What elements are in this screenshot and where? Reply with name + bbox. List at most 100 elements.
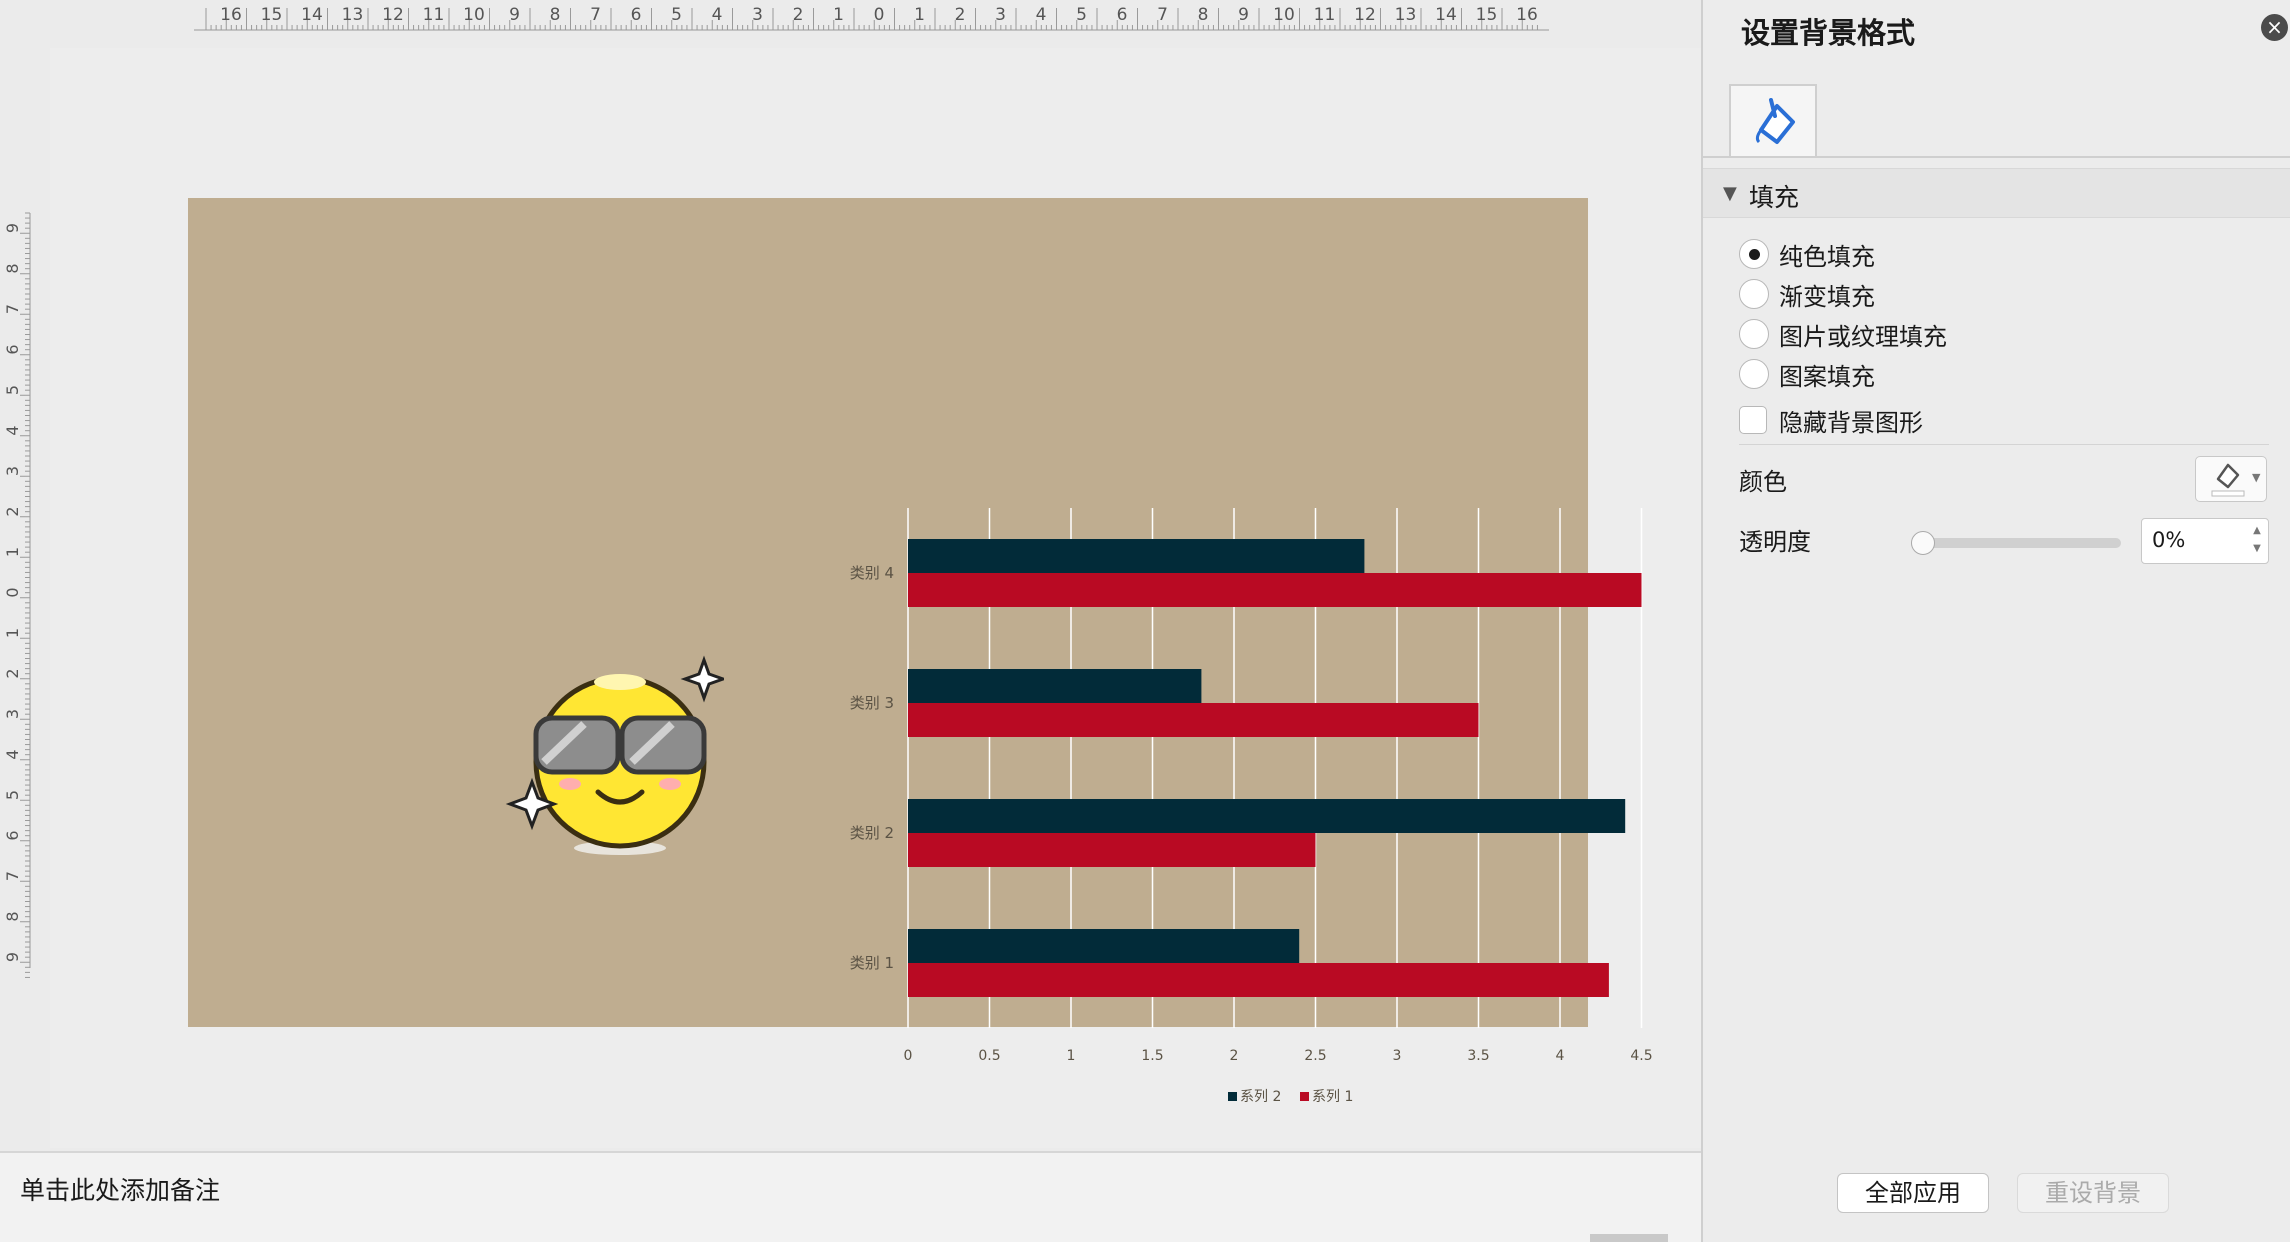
chart-bar[interactable] bbox=[908, 573, 1642, 607]
ruler-tick-label: 4 bbox=[3, 425, 22, 435]
ruler-tick-label: 14 bbox=[1435, 5, 1457, 25]
chart-bar[interactable] bbox=[908, 669, 1202, 703]
format-background-panel: 设置背景格式 × ▼ 填充 纯色填充 渐变填充 图片或纹理填充 图案填充 隐藏背… bbox=[1701, 0, 2290, 1242]
transparency-slider-track[interactable] bbox=[1911, 538, 2121, 548]
picture-fill-radio[interactable] bbox=[1739, 319, 1769, 349]
picture-fill-label: 图片或纹理填充 bbox=[1779, 322, 1947, 351]
ruler-tick-label: 0 bbox=[874, 5, 885, 25]
chart-category-label: 类别 4 bbox=[850, 564, 894, 582]
chart-bar[interactable] bbox=[908, 539, 1365, 573]
chart-x-tick-label: 1 bbox=[1067, 1048, 1076, 1064]
chart-x-tick-label: 1.5 bbox=[1141, 1048, 1163, 1064]
chart-bar[interactable] bbox=[908, 963, 1609, 997]
chart-category-label: 类别 3 bbox=[850, 694, 894, 712]
ruler-tick-label: 11 bbox=[423, 5, 445, 25]
picture-fill-option[interactable]: 图片或纹理填充 bbox=[1739, 316, 1947, 352]
ruler-tick-label: 7 bbox=[3, 304, 22, 314]
notes-pane[interactable]: 单击此处添加备注 bbox=[0, 1151, 1701, 1242]
close-icon[interactable]: × bbox=[2261, 14, 2288, 41]
chart-category-label: 类别 2 bbox=[850, 824, 894, 842]
chart-x-tick-label: 3 bbox=[1393, 1048, 1402, 1064]
ruler-tick-label: 2 bbox=[3, 506, 22, 516]
ruler-tick-label: 16 bbox=[1516, 5, 1538, 25]
slide-editor: 16 15 14 13 12 11 10 9 8 7 6 5 4 3 2 1 0 1 2 3 4 5 6 7 8 9 10 11 12 1… bbox=[0, 0, 1727, 1242]
chart-x-tick-label: 3.5 bbox=[1467, 1048, 1489, 1064]
solid-fill-option[interactable]: 纯色填充 bbox=[1739, 236, 1875, 272]
ruler-tick-label: 8 bbox=[550, 5, 561, 25]
chart-legend[interactable]: 系列 2 系列 1 bbox=[1228, 1089, 1353, 1105]
chart-x-tick-label: 0 bbox=[904, 1048, 913, 1064]
chart-category-labels: 类别 1 类别 2 类别 3 类别 4 bbox=[850, 564, 894, 972]
ruler-tick-label: 1 bbox=[3, 628, 22, 638]
ruler-tick-label: 13 bbox=[1395, 5, 1417, 25]
ruler-tick-label: 11 bbox=[1314, 5, 1336, 25]
ruler-tick-label: 3 bbox=[995, 5, 1006, 25]
chart-bar[interactable] bbox=[908, 833, 1316, 867]
chart-x-tick-label: 2 bbox=[1230, 1048, 1239, 1064]
hide-background-checkbox[interactable] bbox=[1739, 406, 1767, 434]
ruler-tick-label: 7 bbox=[3, 871, 22, 881]
transparency-stepper[interactable]: ▲ ▼ bbox=[2248, 522, 2266, 560]
ruler-tick-label: 0 bbox=[3, 587, 22, 597]
fill-section-label: 填充 bbox=[1749, 183, 1800, 212]
fill-section-header[interactable]: ▼ 填充 bbox=[1703, 168, 2290, 218]
chart-x-tick-label: 2.5 bbox=[1304, 1048, 1326, 1064]
hide-background-label: 隐藏背景图形 bbox=[1779, 408, 1923, 437]
ruler-tick-label: 1 bbox=[833, 5, 844, 25]
ruler-tick-label: 3 bbox=[3, 709, 22, 719]
ruler-tick-label: 12 bbox=[1354, 5, 1376, 25]
vertical-ruler: 9 8 7 6 5 4 3 2 1 0 1 2 3 4 5 6 7 8 9 bbox=[0, 38, 38, 1148]
slide[interactable]: 类别 1类别 2类别 3类别 4 00.511.522.533.544.55 系… bbox=[188, 198, 1727, 1105]
pattern-fill-option[interactable]: 图案填充 bbox=[1739, 356, 1875, 392]
chart-x-tick-label: 4 bbox=[1556, 1048, 1565, 1064]
horizontal-ruler: 16 15 14 13 12 11 10 9 8 7 6 5 4 3 2 1 0 1 2 3 4 5 6 7 8 9 10 11 12 1… bbox=[0, 0, 1701, 38]
disclosure-triangle-icon[interactable]: ▼ bbox=[1723, 183, 1737, 204]
pattern-fill-label: 图案填充 bbox=[1779, 362, 1875, 391]
color-label: 颜色 bbox=[1739, 468, 1787, 496]
ruler-tick-label: 5 bbox=[671, 5, 682, 25]
pattern-fill-radio[interactable] bbox=[1739, 359, 1769, 389]
solid-fill-radio[interactable] bbox=[1739, 239, 1769, 269]
hide-background-option[interactable]: 隐藏背景图形 bbox=[1739, 402, 1923, 438]
reset-background-button[interactable]: 重设背景 bbox=[2017, 1173, 2169, 1213]
ruler-tick-label: 6 bbox=[3, 830, 22, 840]
cool-smiley-emoji-icon[interactable] bbox=[504, 652, 724, 862]
ruler-tick-label: 9 bbox=[1238, 5, 1249, 25]
transparency-slider-knob[interactable] bbox=[1911, 531, 1935, 555]
legend-label: 系列 2 bbox=[1240, 1089, 1281, 1105]
app-window: 16 15 14 13 12 11 10 9 8 7 6 5 4 3 2 1 0 1 2 3 4 5 6 7 8 9 10 11 12 1… bbox=[0, 0, 2290, 1242]
ruler-tick-label: 3 bbox=[3, 466, 22, 476]
paint-bucket-icon bbox=[1755, 98, 1795, 144]
legend-swatch bbox=[1300, 1092, 1309, 1101]
gradient-fill-option[interactable]: 渐变填充 bbox=[1739, 276, 1875, 312]
ruler-tick-label: 15 bbox=[1476, 5, 1498, 25]
chart-bar[interactable] bbox=[908, 799, 1626, 833]
gradient-fill-radio[interactable] bbox=[1739, 279, 1769, 309]
bar-chart[interactable]: 类别 1类别 2类别 3类别 4 00.511.522.533.544.55 系… bbox=[808, 488, 1768, 1108]
ruler-tick-label: 8 bbox=[3, 263, 22, 273]
ruler-tick-label: 14 bbox=[301, 5, 323, 25]
ruler-tick-label: 2 bbox=[3, 668, 22, 678]
tab-fill[interactable] bbox=[1729, 84, 1817, 158]
legend-swatch bbox=[1228, 1092, 1237, 1101]
chart-bars bbox=[908, 539, 1642, 997]
solid-fill-label: 纯色填充 bbox=[1779, 242, 1875, 271]
chart-category-label: 类别 1 bbox=[850, 954, 894, 972]
ruler-tick-label: 8 bbox=[1198, 5, 1209, 25]
ruler-tick-label: 6 bbox=[3, 344, 22, 354]
color-picker-button[interactable]: ▼ bbox=[2195, 456, 2267, 502]
ruler-tick-label: 8 bbox=[3, 911, 22, 921]
ruler-tick-label: 2 bbox=[955, 5, 966, 25]
notes-placeholder[interactable]: 单击此处添加备注 bbox=[20, 1171, 220, 1207]
scroll-indicator[interactable] bbox=[1590, 1234, 1668, 1242]
chart-bar[interactable] bbox=[908, 703, 1479, 737]
chart-x-tick-label: 4.5 bbox=[1630, 1048, 1652, 1064]
apply-all-button[interactable]: 全部应用 bbox=[1837, 1173, 1989, 1213]
ruler-tick-label: 1 bbox=[3, 547, 22, 557]
ruler-tick-label: 5 bbox=[1076, 5, 1087, 25]
ruler-tick-label: 9 bbox=[3, 952, 22, 962]
ruler-tick-label: 5 bbox=[3, 385, 22, 395]
ruler-tick-label: 6 bbox=[1117, 5, 1128, 25]
chart-bar[interactable] bbox=[908, 929, 1300, 963]
paint-bucket-icon bbox=[2211, 463, 2245, 497]
